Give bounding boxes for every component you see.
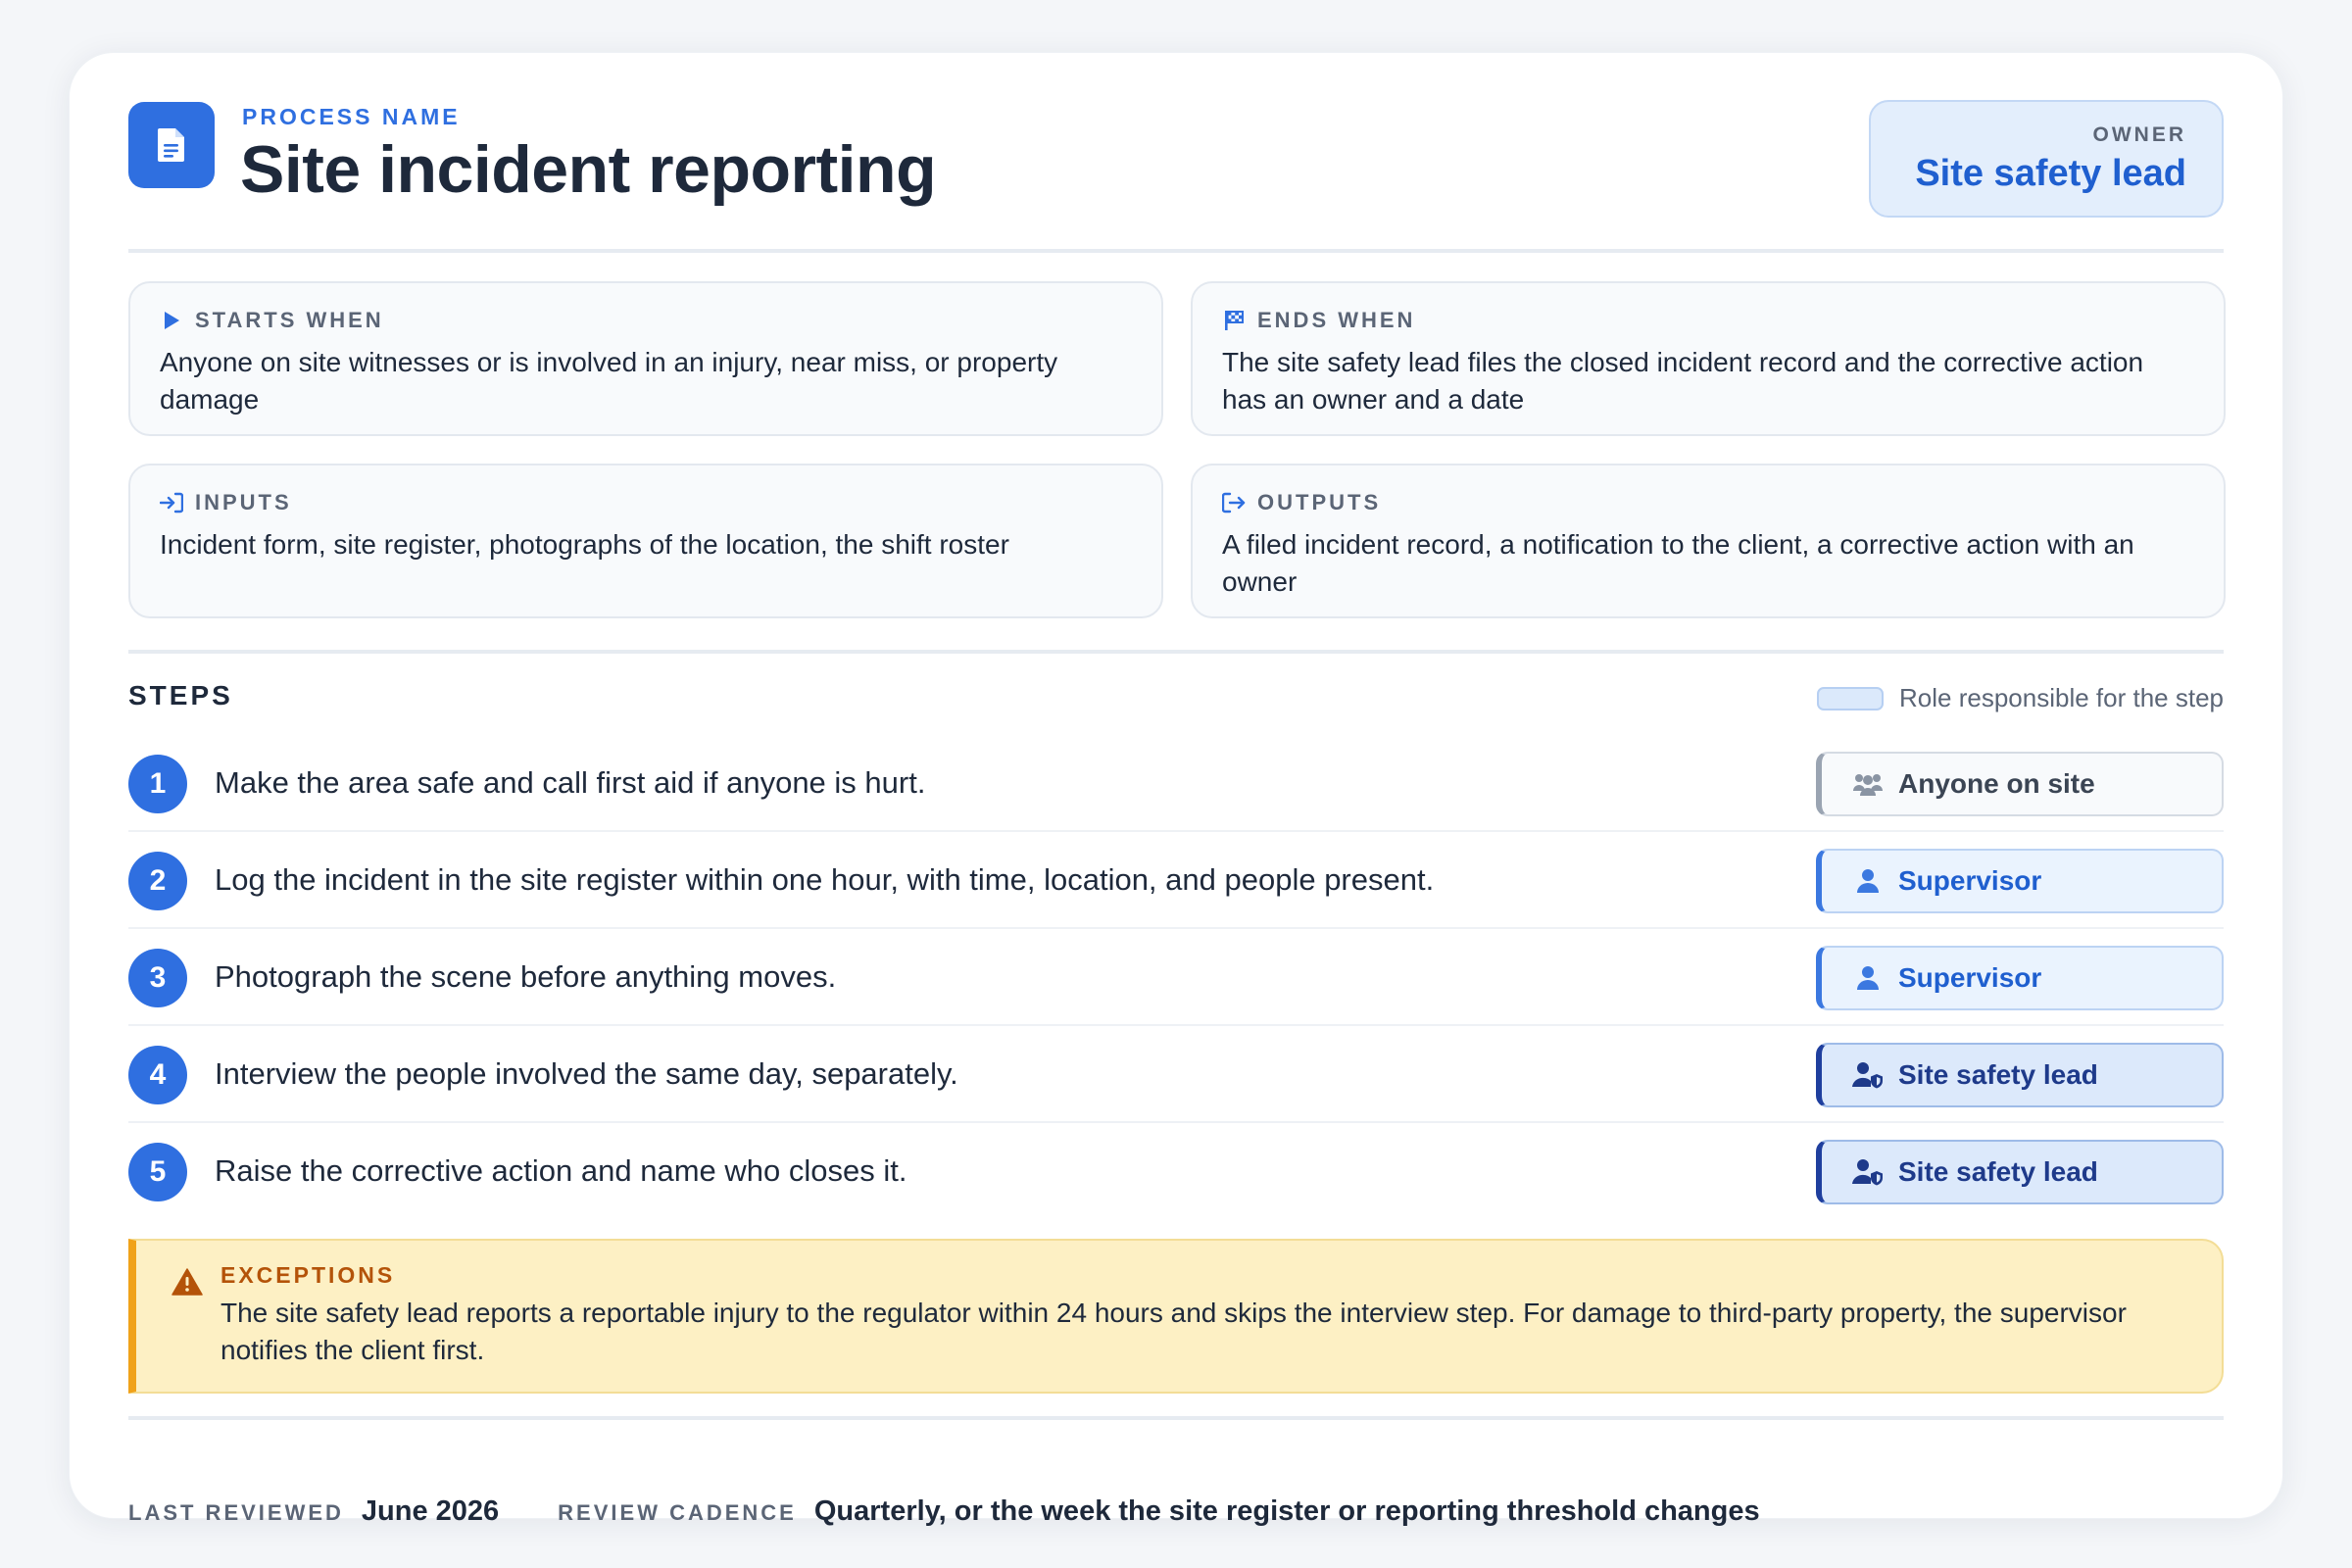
role-badge: Supervisor (1816, 946, 2224, 1010)
role-legend: Role responsible for the step (1817, 683, 2224, 713)
divider (128, 650, 2224, 654)
flag-icon (1222, 309, 1246, 332)
people-icon (1851, 769, 1885, 799)
role-badge: Site safety lead (1816, 1043, 2224, 1107)
step-number: 4 (128, 1046, 187, 1104)
step-text: Interview the people involved the same d… (215, 1056, 958, 1091)
divider (128, 1416, 2224, 1420)
owner-badge: OWNER Site safety lead (1869, 100, 2224, 218)
exceptions-text: The site safety lead reports a reportabl… (220, 1298, 2127, 1365)
step-divider (128, 830, 2224, 832)
step-row: 1 Make the area safe and call first aid … (128, 736, 2224, 832)
role-badge: Anyone on site (1816, 752, 2224, 816)
last-reviewed-value: June 2026 (361, 1495, 500, 1527)
step-number: 1 (128, 755, 187, 813)
role-label: Supervisor (1898, 962, 2042, 993)
divider (128, 249, 2224, 253)
role-label: Supervisor (1898, 865, 2042, 896)
role-badge: Supervisor (1816, 849, 2224, 913)
starts-when-box: STARTS WHEN Anyone on site witnesses or … (128, 281, 1163, 436)
play-icon (160, 309, 183, 332)
sign-in-icon (160, 491, 183, 514)
ends-when-text: The site safety lead files the closed in… (1222, 347, 2144, 415)
review-footer: LAST REVIEWED June 2026 REVIEW CADENCE Q… (128, 1495, 1760, 1528)
step-row: 5 Raise the corrective action and name w… (128, 1124, 2224, 1220)
user-shield-icon (1851, 1060, 1885, 1090)
step-text: Make the area safe and call first aid if… (215, 765, 926, 800)
inputs-box: INPUTS Incident form, site register, pho… (128, 464, 1163, 618)
step-text: Log the incident in the site register wi… (215, 862, 1435, 897)
legend-text: Role responsible for the step (1899, 683, 2224, 712)
owner-value: Site safety lead (1915, 153, 2186, 194)
review-cadence-label: REVIEW CADENCE (558, 1500, 797, 1525)
role-label: Anyone on site (1898, 768, 2095, 799)
warning-icon (172, 1268, 203, 1300)
outputs-text: A filed incident record, a notification … (1222, 529, 2134, 597)
step-text: Photograph the scene before anything mov… (215, 959, 837, 994)
inputs-text: Incident form, site register, photograph… (160, 529, 1009, 560)
user-shield-icon (1851, 1157, 1885, 1187)
ends-when-label: ENDS WHEN (1257, 308, 1416, 332)
review-cadence-value: Quarterly, or the week the site register… (813, 1495, 1760, 1527)
step-text: Raise the corrective action and name who… (215, 1153, 907, 1188)
document-icon (128, 102, 215, 188)
step-row: 4 Interview the people involved the same… (128, 1027, 2224, 1123)
process-card: PROCESS NAME Site incident reporting OWN… (69, 52, 2283, 1527)
role-label: Site safety lead (1898, 1156, 2098, 1187)
outputs-box: OUTPUTS A filed incident record, a notif… (1191, 464, 2226, 618)
ends-when-box: ENDS WHEN The site safety lead files the… (1191, 281, 2226, 436)
step-number: 5 (128, 1143, 187, 1201)
steps-title: STEPS (128, 680, 233, 710)
step-number: 3 (128, 949, 187, 1007)
inputs-label: INPUTS (195, 490, 292, 514)
step-row: 3 Photograph the scene before anything m… (128, 930, 2224, 1026)
starts-when-text: Anyone on site witnesses or is involved … (160, 347, 1058, 415)
owner-label: OWNER (2092, 123, 2186, 146)
legend-swatch (1817, 686, 1885, 710)
process-name-label: PROCESS NAME (242, 104, 461, 129)
step-number: 2 (128, 852, 187, 910)
user-icon (1851, 866, 1885, 896)
step-divider (128, 1121, 2224, 1123)
page-title: Site incident reporting (240, 132, 937, 207)
exceptions-label: EXCEPTIONS (220, 1262, 396, 1288)
step-divider (128, 927, 2224, 929)
last-reviewed-label: LAST REVIEWED (128, 1500, 344, 1525)
starts-when-label: STARTS WHEN (195, 308, 384, 332)
step-row: 2 Log the incident in the site register … (128, 833, 2224, 929)
role-label: Site safety lead (1898, 1059, 2098, 1090)
user-icon (1851, 963, 1885, 993)
role-badge: Site safety lead (1816, 1140, 2224, 1204)
sign-out-icon (1222, 491, 1246, 514)
outputs-label: OUTPUTS (1257, 490, 1382, 514)
exceptions-box: EXCEPTIONS The site safety lead reports … (128, 1239, 2224, 1394)
step-divider (128, 1024, 2224, 1026)
